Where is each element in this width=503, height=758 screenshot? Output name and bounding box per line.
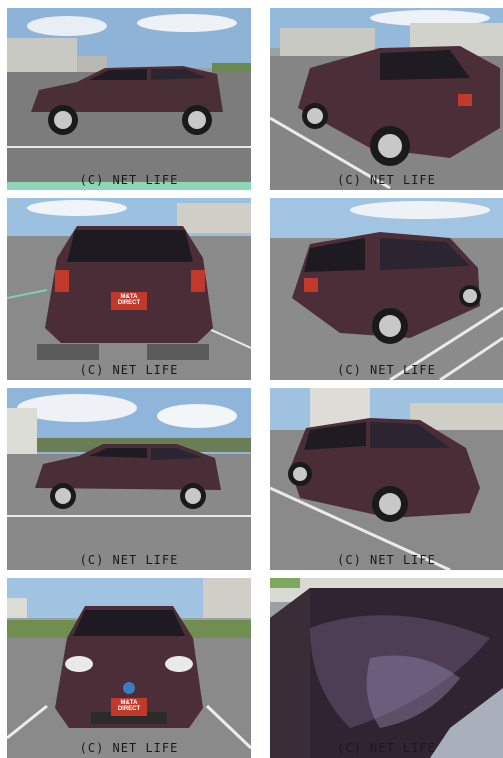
car-photo-side-2-image — [7, 388, 251, 570]
watermark-text: (C) NET LIFE — [337, 173, 436, 187]
watermark-text: (C) NET LIFE — [79, 741, 179, 755]
car-photo-roof[interactable]: (C) NET LIFE — [270, 578, 503, 758]
license-plate-sticker: M&TA DIRECT — [111, 698, 147, 716]
car-photo-side-2[interactable]: (C) NET LIFE — [7, 388, 251, 570]
car-photo-rear[interactable]: M&TA DIRECT (C) NET LIFE — [7, 198, 251, 380]
watermark-text: (C) NET LIFE — [79, 173, 179, 187]
car-photo-front[interactable]: M&TA DIRECT (C) NET LIFE — [7, 578, 251, 758]
car-photo-rear-left-image — [270, 8, 503, 190]
car-photo-rear-right-image — [270, 198, 503, 380]
car-photo-rear-left[interactable]: (C) NET LIFE — [270, 8, 503, 190]
watermark-text: (C) NET LIFE — [79, 553, 179, 567]
car-photo-side[interactable]: (C) NET LIFE — [7, 8, 251, 190]
car-photo-rear-right[interactable]: (C) NET LIFE — [270, 198, 503, 380]
car-photo-front-right-image — [270, 388, 503, 570]
license-plate-sticker: M&TA DIRECT — [111, 292, 147, 310]
car-photo-rear-image — [7, 198, 251, 380]
watermark-text: (C) NET LIFE — [79, 363, 179, 377]
photo-gallery: (C) NET LIFE (C) NET LIFE M&TA DIRECT (C… — [0, 0, 503, 758]
watermark-text: (C) NET LIFE — [337, 553, 436, 567]
watermark-text: (C) NET LIFE — [337, 741, 436, 755]
car-photo-roof-image — [270, 578, 503, 758]
car-photo-front-image — [7, 578, 251, 758]
car-photo-side-image — [7, 8, 251, 190]
watermark-text: (C) NET LIFE — [337, 363, 436, 377]
car-photo-front-right[interactable]: (C) NET LIFE — [270, 388, 503, 570]
